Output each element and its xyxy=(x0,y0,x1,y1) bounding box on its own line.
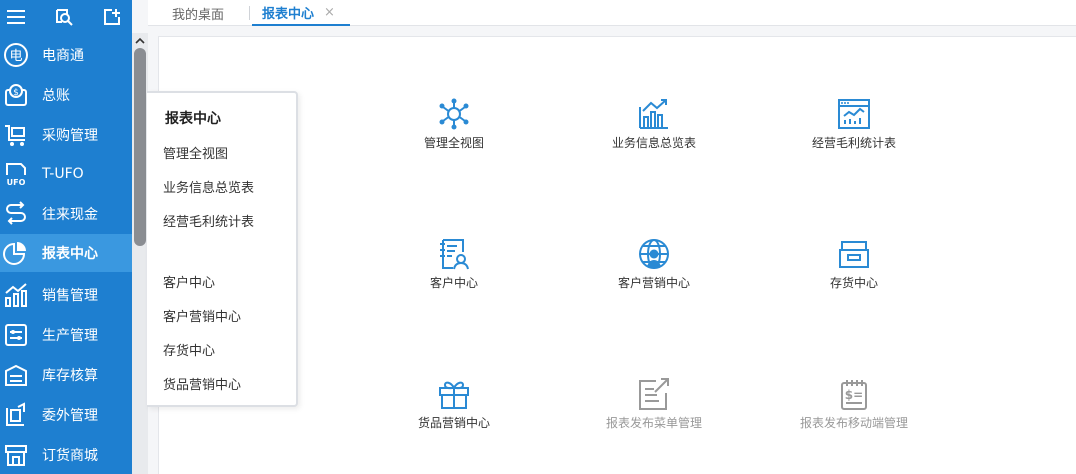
sidebar-item-production[interactable]: 生产管理 xyxy=(0,316,132,354)
sidebar-item-label: 报表中心 xyxy=(42,246,98,262)
customer-icon xyxy=(399,237,509,271)
submenu-item-goods-marketing[interactable]: 货品营销中心 xyxy=(163,374,241,393)
pie-chart-icon xyxy=(1,238,31,268)
tile-management-overview[interactable]: 管理全视图 xyxy=(399,97,509,150)
ufo-icon: UFO xyxy=(1,159,31,189)
svg-text:$=: $= xyxy=(845,388,863,402)
close-icon[interactable]: × xyxy=(324,5,335,20)
store-icon xyxy=(1,440,31,470)
tile-label: 货品营销中心 xyxy=(417,416,490,430)
tab-label: 报表中心 xyxy=(262,6,315,22)
tile-label: 报表发布菜单管理 xyxy=(605,416,702,430)
sidebar-item-ecommerce[interactable]: 电 电商通 xyxy=(0,36,132,74)
statistics-icon xyxy=(799,97,909,131)
svg-text:电: 电 xyxy=(9,49,22,64)
submenu-item-gross-profit[interactable]: 经营毛利统计表 xyxy=(163,211,254,230)
transfer-icon xyxy=(1,199,31,229)
tile-goods-marketing[interactable]: 货品营销中心 xyxy=(399,377,509,430)
tile-gross-profit[interactable]: 经营毛利统计表 xyxy=(799,97,909,150)
sidebar-item-label: 订货商城 xyxy=(42,448,98,464)
tile-report-menu-publish[interactable]: 报表发布菜单管理 xyxy=(599,377,709,430)
sidebar-item-cash[interactable]: 往来现金 xyxy=(0,195,132,233)
menu-icon[interactable] xyxy=(6,0,26,33)
sidebar-item-label: 销售管理 xyxy=(42,288,98,304)
gift-icon xyxy=(399,377,509,411)
tile-label: 管理全视图 xyxy=(423,136,484,150)
tile-label: 客户中心 xyxy=(429,276,478,290)
sidebar-item-store[interactable]: 订货商城 xyxy=(0,436,132,474)
tile-report-mobile-publish[interactable]: $= 报表发布移动端管理 xyxy=(799,377,909,430)
tile-label: 存货中心 xyxy=(829,276,878,290)
sidebar-item-label: 往来现金 xyxy=(42,207,98,223)
sidebar-toolbar xyxy=(0,0,132,33)
production-icon xyxy=(1,320,31,350)
tab-divider xyxy=(249,6,250,20)
sidebar-item-label: 生产管理 xyxy=(42,328,98,344)
sidebar-item-label: 库存核算 xyxy=(42,368,98,384)
svg-text:$: $ xyxy=(13,88,19,98)
submenu-title: 报表中心 xyxy=(165,111,221,127)
submenu-item-customer-marketing[interactable]: 客户营销中心 xyxy=(163,306,241,325)
sidebar-item-label: 委外管理 xyxy=(42,408,98,424)
globe-user-icon xyxy=(599,237,709,271)
sidebar-item-sales[interactable]: 销售管理 xyxy=(0,276,132,314)
svg-text:UFO: UFO xyxy=(7,178,26,187)
outsource-icon xyxy=(1,400,31,430)
box-icon xyxy=(799,237,909,271)
sidebar-item-purchase[interactable]: 采购管理 xyxy=(0,116,132,154)
tile-inventory-center[interactable]: 存货中心 xyxy=(799,237,909,290)
publish-icon xyxy=(599,377,709,411)
mobile-publish-icon: $= xyxy=(799,377,909,411)
tab-home[interactable]: 我的桌面 xyxy=(172,0,224,26)
ecommerce-icon: 电 xyxy=(1,40,31,70)
tab-bar: 我的桌面 报表中心 × xyxy=(148,0,1076,26)
app-window: 电 电商通 $ 总账 采购管理 UFO T-UFO 往来现金 报表中心 销售管理 xyxy=(0,0,1076,474)
inventory-icon xyxy=(1,360,31,390)
tile-label: 业务信息总览表 xyxy=(611,136,696,150)
network-icon xyxy=(399,97,509,131)
business-chart-icon xyxy=(599,97,709,131)
tile-customer-marketing[interactable]: 客户营销中心 xyxy=(599,237,709,290)
sidebar-scrollbar[interactable] xyxy=(132,33,148,474)
sidebar-item-inventory[interactable]: 库存核算 xyxy=(0,356,132,394)
sidebar-item-tufo[interactable]: UFO T-UFO xyxy=(0,155,132,193)
cart-icon xyxy=(1,120,31,150)
tab-reports[interactable]: 报表中心 × xyxy=(252,0,350,26)
ledger-icon: $ xyxy=(1,80,31,110)
submenu-item-management-overview[interactable]: 管理全视图 xyxy=(163,143,228,162)
reports-submenu: 报表中心 管理全视图 业务信息总览表 经营毛利统计表 客户中心 客户营销中心 存… xyxy=(147,91,298,407)
tile-label: 客户营销中心 xyxy=(617,276,690,290)
tile-label: 经营毛利统计表 xyxy=(811,136,896,150)
sidebar-item-label: 总账 xyxy=(42,88,70,104)
sidebar-item-label: 采购管理 xyxy=(42,128,98,144)
submenu-item-inventory-center[interactable]: 存货中心 xyxy=(163,340,215,359)
tile-business-overview[interactable]: 业务信息总览表 xyxy=(599,97,709,150)
submenu-item-customer-center[interactable]: 客户中心 xyxy=(163,272,215,291)
sales-chart-icon xyxy=(1,280,31,310)
sidebar-item-label: 电商通 xyxy=(42,48,84,64)
chevron-up-icon[interactable] xyxy=(132,33,148,47)
sidebar-item-reports[interactable]: 报表中心 xyxy=(0,234,132,272)
submenu-item-business-overview[interactable]: 业务信息总览表 xyxy=(163,177,254,196)
add-icon[interactable] xyxy=(102,0,122,33)
tile-label: 报表发布移动端管理 xyxy=(799,416,908,430)
sidebar-item-outsource[interactable]: 委外管理 xyxy=(0,396,132,434)
tile-customer-center[interactable]: 客户中心 xyxy=(399,237,509,290)
sidebar-item-label: T-UFO xyxy=(42,166,84,182)
search-icon[interactable] xyxy=(54,0,74,33)
sidebar: 电 电商通 $ 总账 采购管理 UFO T-UFO 往来现金 报表中心 销售管理 xyxy=(0,0,132,474)
sidebar-item-ledger[interactable]: $ 总账 xyxy=(0,76,132,114)
scroll-thumb[interactable] xyxy=(134,48,146,246)
